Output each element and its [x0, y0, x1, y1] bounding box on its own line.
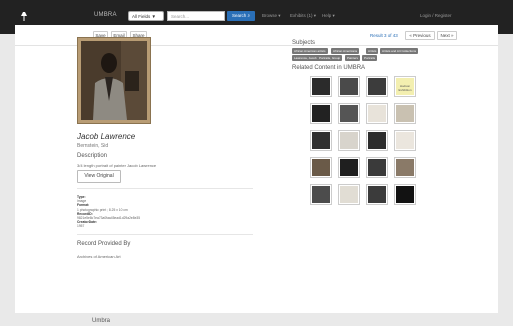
divider: [77, 188, 253, 189]
login-register-link[interactable]: Login / Register: [420, 13, 452, 18]
related-thumbnail[interactable]: [338, 184, 360, 205]
related-thumbnail[interactable]: Hodson Exhibition: [394, 76, 416, 97]
thumbnail-image: [312, 186, 330, 203]
subject-tag[interactable]: Artists and Art Collections: [380, 48, 419, 54]
search-button[interactable]: Search ⌕: [227, 11, 255, 21]
thumbnail-image: [312, 159, 330, 176]
search-button-label: Search: [231, 13, 247, 18]
related-thumbnail[interactable]: [366, 76, 388, 97]
related-thumbnail[interactable]: [394, 130, 416, 151]
thumbnail-image: [340, 132, 358, 149]
search-scope-select[interactable]: All Fields ▼: [128, 11, 164, 21]
subject-tag[interactable]: African Americans: [331, 48, 360, 54]
related-thumbnail[interactable]: [338, 103, 360, 124]
related-thumbnail[interactable]: [394, 103, 416, 124]
related-content-heading: Related Content in UMBRA: [292, 65, 366, 71]
view-original-button[interactable]: View Original: [77, 170, 121, 183]
footer: [0, 313, 513, 326]
related-thumbnail[interactable]: [310, 76, 332, 97]
related-thumbnail[interactable]: [366, 103, 388, 124]
record-provider[interactable]: Archives of American Art: [77, 254, 121, 259]
previous-button[interactable]: « Previous: [405, 31, 435, 40]
subject-tag[interactable]: Artists: [366, 48, 379, 54]
thumbnail-image: [396, 105, 414, 122]
thumbnail-image: [312, 78, 330, 95]
related-thumbnail[interactable]: [394, 157, 416, 178]
related-thumbnail[interactable]: [338, 157, 360, 178]
portrait-figure-icon: [81, 41, 147, 120]
thumbnail-image: [340, 186, 358, 203]
related-thumbnail[interactable]: [394, 184, 416, 205]
result-counter: Result 3 of 43: [370, 33, 398, 38]
browse-menu[interactable]: Browse ▾: [262, 13, 281, 19]
subject-tag[interactable]: Portraits, Group: [317, 55, 343, 61]
related-thumbnail[interactable]: [366, 130, 388, 151]
thumbnail-image: [312, 105, 330, 122]
portrait-photo: [81, 41, 147, 120]
thumbnail-image: [340, 159, 358, 176]
record-provided-heading: Record Provided By: [77, 241, 131, 247]
thumbnail-image: [368, 105, 386, 122]
search-icon: ⌕: [247, 13, 251, 18]
related-thumbnail[interactable]: [366, 157, 388, 178]
metadata-list: Type: Image Format: 1 photographic print…: [77, 195, 140, 229]
subject-tag[interactable]: Painters: [345, 55, 361, 61]
description-heading: Description: [77, 153, 108, 159]
thumbnail-image: [368, 159, 386, 176]
thumbnail-image: [368, 186, 386, 203]
thumbnail-image: [396, 159, 414, 176]
related-thumbnail[interactable]: [310, 157, 332, 178]
divider: [77, 234, 253, 235]
item-creator[interactable]: Bernstein, Sid: [77, 143, 108, 149]
next-button[interactable]: Next »: [437, 31, 457, 40]
thumbnail-image: [340, 105, 358, 122]
thumbnail-image: [368, 132, 386, 149]
thumbnail-image: [396, 132, 414, 149]
search-input[interactable]: Search...: [167, 11, 225, 21]
help-menu[interactable]: Help ▾: [322, 13, 335, 19]
related-thumbnail[interactable]: [338, 76, 360, 97]
exhibits-menu[interactable]: Exhibits (1) ▾: [290, 13, 316, 19]
related-thumbnail[interactable]: [366, 184, 388, 205]
subject-tag[interactable]: Lawrence, Jacob: [292, 55, 319, 61]
subject-tag[interactable]: Portraits: [362, 55, 378, 61]
brand-name[interactable]: UMBRA: [94, 12, 117, 18]
related-thumbnail[interactable]: [338, 130, 360, 151]
item-title: Jacob Lawrence: [77, 132, 136, 141]
portrait-image[interactable]: [77, 37, 151, 124]
subjects-heading: Subjects: [292, 40, 316, 46]
related-thumbnail[interactable]: [310, 130, 332, 151]
related-thumbnail[interactable]: [310, 103, 332, 124]
thumbnail-image: [368, 78, 386, 95]
thumbnail-image: [396, 186, 414, 203]
description-text: 3/4 length portrait of painter Jacob Law…: [77, 163, 157, 168]
meta-value-creatordate: 1957: [77, 224, 85, 229]
footer-title: Umbra: [92, 318, 111, 324]
lamp-logo-icon[interactable]: [20, 11, 28, 22]
subject-tag[interactable]: African American artists: [292, 48, 328, 54]
related-thumbnail[interactable]: [310, 184, 332, 205]
thumbnail-image: [312, 132, 330, 149]
thumbnail-image: [340, 78, 358, 95]
thumbnail-image: Hodson Exhibition: [396, 78, 414, 95]
